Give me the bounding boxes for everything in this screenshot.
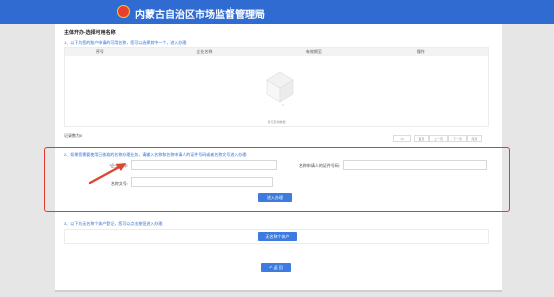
back-button[interactable]: ↶ 返 回 [261,263,291,272]
header-subtitle: 单办流程 [236,11,261,17]
page-size-select[interactable]: 10 [393,135,411,142]
back-button-label: 返 回 [273,264,283,270]
company-name-input[interactable] [131,160,277,170]
record-count: 记录数为0 [64,133,83,138]
bottom-divider [55,290,502,292]
no-name-business-button[interactable]: 无名称个体户 [258,232,297,241]
empty-data-text: 暂无查询数据 [267,120,286,124]
last-page-button[interactable]: 尾页 [467,135,482,142]
column-header-company-name: 企业名称 [196,49,213,54]
step2-instruction: 2、如果您需要使用已核准的名称办理业务，请输入名称和名称申请人的证件号码或者名称… [64,152,248,157]
first-page-button[interactable]: 首页 [414,135,429,142]
column-header-action: 操作 [416,49,425,54]
enter-button[interactable]: 进入办理 [258,193,292,202]
doc-number-input[interactable] [131,177,273,187]
top-header [0,0,554,24]
available-names-table: 序号 企业名称 有效期至 操作 暂无查询数据 [64,47,489,127]
next-page-button[interactable]: 下一页 [448,135,467,142]
pagination: 10 首页 上一页 下一页 尾页 [393,135,482,142]
header-divider [230,7,231,17]
prev-page-button[interactable]: 上一页 [429,135,448,142]
id-number-label: 名称申请人的证件号码: [298,163,340,168]
step1-instruction: 1、以下为您的账户申请的可用名称，您可以选择其中一个，进入办理: [64,40,188,45]
national-emblem-icon [117,5,130,18]
column-header-index: 序号 [95,49,104,54]
table-header: 序号 企业名称 有效期至 操作 [65,48,488,56]
back-arrow-icon: ↶ [269,265,273,270]
step3-instruction: 3、以下为无名称个体户登记，您可以点击按钮进入办理: [64,221,164,226]
column-header-valid-until: 有效期至 [305,49,322,54]
id-number-input[interactable] [343,160,487,170]
empty-data-illustration [266,71,294,106]
red-arrow-icon [88,163,126,185]
page-title: 主体开办-选择可用名称 [64,30,116,36]
